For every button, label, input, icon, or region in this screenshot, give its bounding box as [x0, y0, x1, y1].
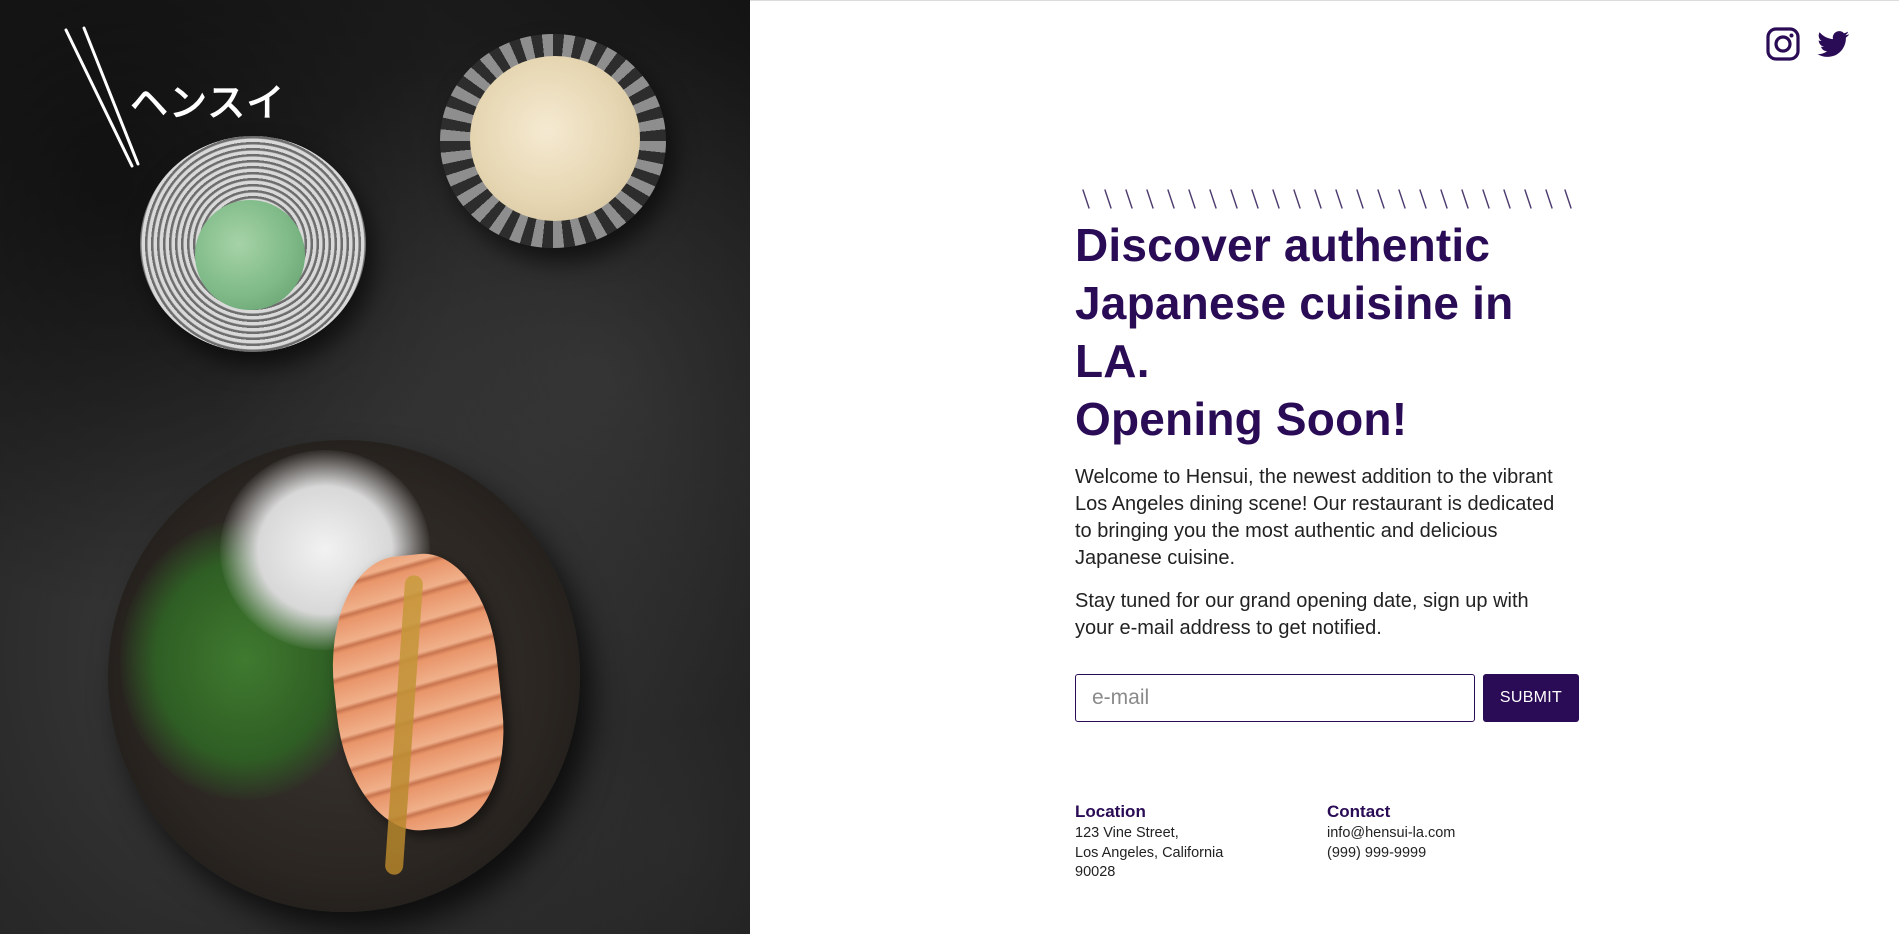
- submit-button[interactable]: SUBMIT: [1483, 674, 1579, 722]
- page-title: Discover authentic Japanese cuisine in L…: [1075, 216, 1585, 448]
- signup-prompt-paragraph: Stay tuned for our grand opening date, s…: [1075, 590, 1529, 639]
- pickled-ginger: [470, 56, 640, 221]
- brand-logo-text: ヘンスイ: [130, 81, 286, 125]
- info-section: Location 123 Vine Street, Los Angeles, C…: [1075, 802, 1585, 883]
- location-block: Location 123 Vine Street, Los Angeles, C…: [1075, 802, 1327, 883]
- top-border-line: [750, 0, 1899, 1]
- address-line-3: 90028: [1075, 864, 1116, 880]
- hero-food-photo: ヘンスイ: [0, 0, 750, 934]
- contact-block: Contact info@hensui-la.com (999) 999-999…: [1327, 802, 1579, 883]
- address-line-2: Los Angeles, California: [1075, 844, 1224, 861]
- twitter-icon[interactable]: [1815, 26, 1851, 62]
- instagram-icon[interactable]: [1765, 26, 1801, 62]
- contact-heading: Contact: [1327, 802, 1391, 821]
- address-line-1: 123 Vine Street,: [1075, 825, 1179, 841]
- signup-form: SUBMIT: [1075, 674, 1585, 722]
- decorative-strokes-icon: [1082, 189, 1572, 209]
- intro-paragraph: Welcome to Hensui, the newest addition t…: [1075, 466, 1555, 569]
- main-content: Discover authentic Japanese cuisine in L…: [1075, 186, 1585, 883]
- chopsticks-logo-icon: [64, 26, 140, 168]
- contact-email: info@hensui-la.com: [1327, 825, 1456, 841]
- headline-line-2: Japanese cuisine in LA.: [1075, 277, 1514, 387]
- headline-line-3: Opening Soon!: [1075, 393, 1408, 445]
- email-field[interactable]: [1075, 674, 1475, 722]
- location-heading: Location: [1075, 802, 1146, 821]
- headline-line-1: Discover authentic: [1075, 219, 1491, 271]
- contact-phone: (999) 999-9999: [1327, 844, 1427, 861]
- social-links: [1765, 26, 1851, 62]
- wasabi: [195, 200, 305, 310]
